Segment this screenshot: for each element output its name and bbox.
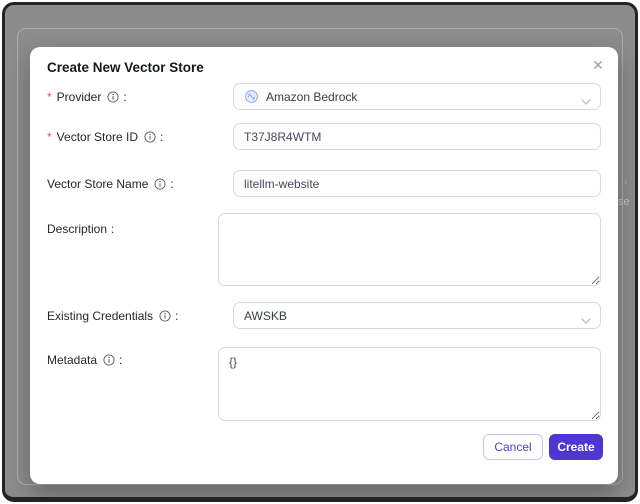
vector-store-name-label: Vector Store Name : (47, 177, 174, 191)
description-textarea[interactable] (218, 213, 601, 286)
metadata-label-text: Metadata (47, 353, 98, 367)
description-label-text: Description (47, 222, 108, 236)
vector-store-id-label-text: Vector Store ID (56, 130, 139, 144)
description-label: Description : (47, 222, 114, 236)
info-icon[interactable] (107, 91, 119, 103)
label-colon: : (175, 309, 179, 323)
chevron-down-icon (581, 313, 591, 327)
provider-select[interactable]: Amazon Bedrock (233, 83, 601, 110)
required-marker: * (47, 90, 52, 104)
info-icon[interactable] (159, 310, 171, 322)
info-icon[interactable] (144, 131, 156, 143)
modal-title: Create New Vector Store (47, 60, 204, 75)
dimmed-browser-window: ↑↓ se Create New Vector Store ✕ * Provid… (2, 2, 638, 502)
provider-label: * Provider : (47, 90, 127, 104)
metadata-textarea[interactable]: {} (218, 347, 601, 421)
vector-store-name-input[interactable] (233, 170, 601, 197)
existing-credentials-select[interactable]: AWSKB (233, 302, 601, 329)
obscured-table-text: se (618, 196, 630, 208)
vector-store-id-label: * Vector Store ID : (47, 130, 163, 144)
sort-icon: ↑↓ (620, 176, 628, 186)
create-vector-store-modal: Create New Vector Store ✕ * Provider : A… (30, 47, 618, 484)
label-colon: : (119, 353, 123, 367)
provider-select-value: Amazon Bedrock (266, 89, 358, 104)
metadata-label: Metadata : (47, 353, 122, 367)
info-icon[interactable] (103, 354, 115, 366)
label-colon: : (170, 177, 174, 191)
existing-credentials-select-value: AWSKB (244, 308, 287, 323)
chevron-down-icon (581, 94, 591, 108)
vector-store-id-input[interactable] (233, 123, 601, 150)
cancel-button[interactable]: Cancel (483, 434, 543, 460)
vector-store-name-label-text: Vector Store Name (47, 177, 149, 191)
label-colon: : (111, 222, 115, 236)
existing-credentials-label: Existing Credentials : (47, 309, 178, 323)
bedrock-icon (244, 89, 259, 104)
existing-credentials-label-text: Existing Credentials (47, 309, 154, 323)
close-icon[interactable]: ✕ (587, 54, 609, 76)
screen: ↑↓ se Create New Vector Store ✕ * Provid… (0, 0, 640, 504)
create-button[interactable]: Create (549, 434, 603, 460)
provider-label-text: Provider (56, 90, 102, 104)
info-icon[interactable] (154, 178, 166, 190)
label-colon: : (160, 130, 164, 144)
label-colon: : (123, 90, 127, 104)
required-marker: * (47, 130, 52, 144)
